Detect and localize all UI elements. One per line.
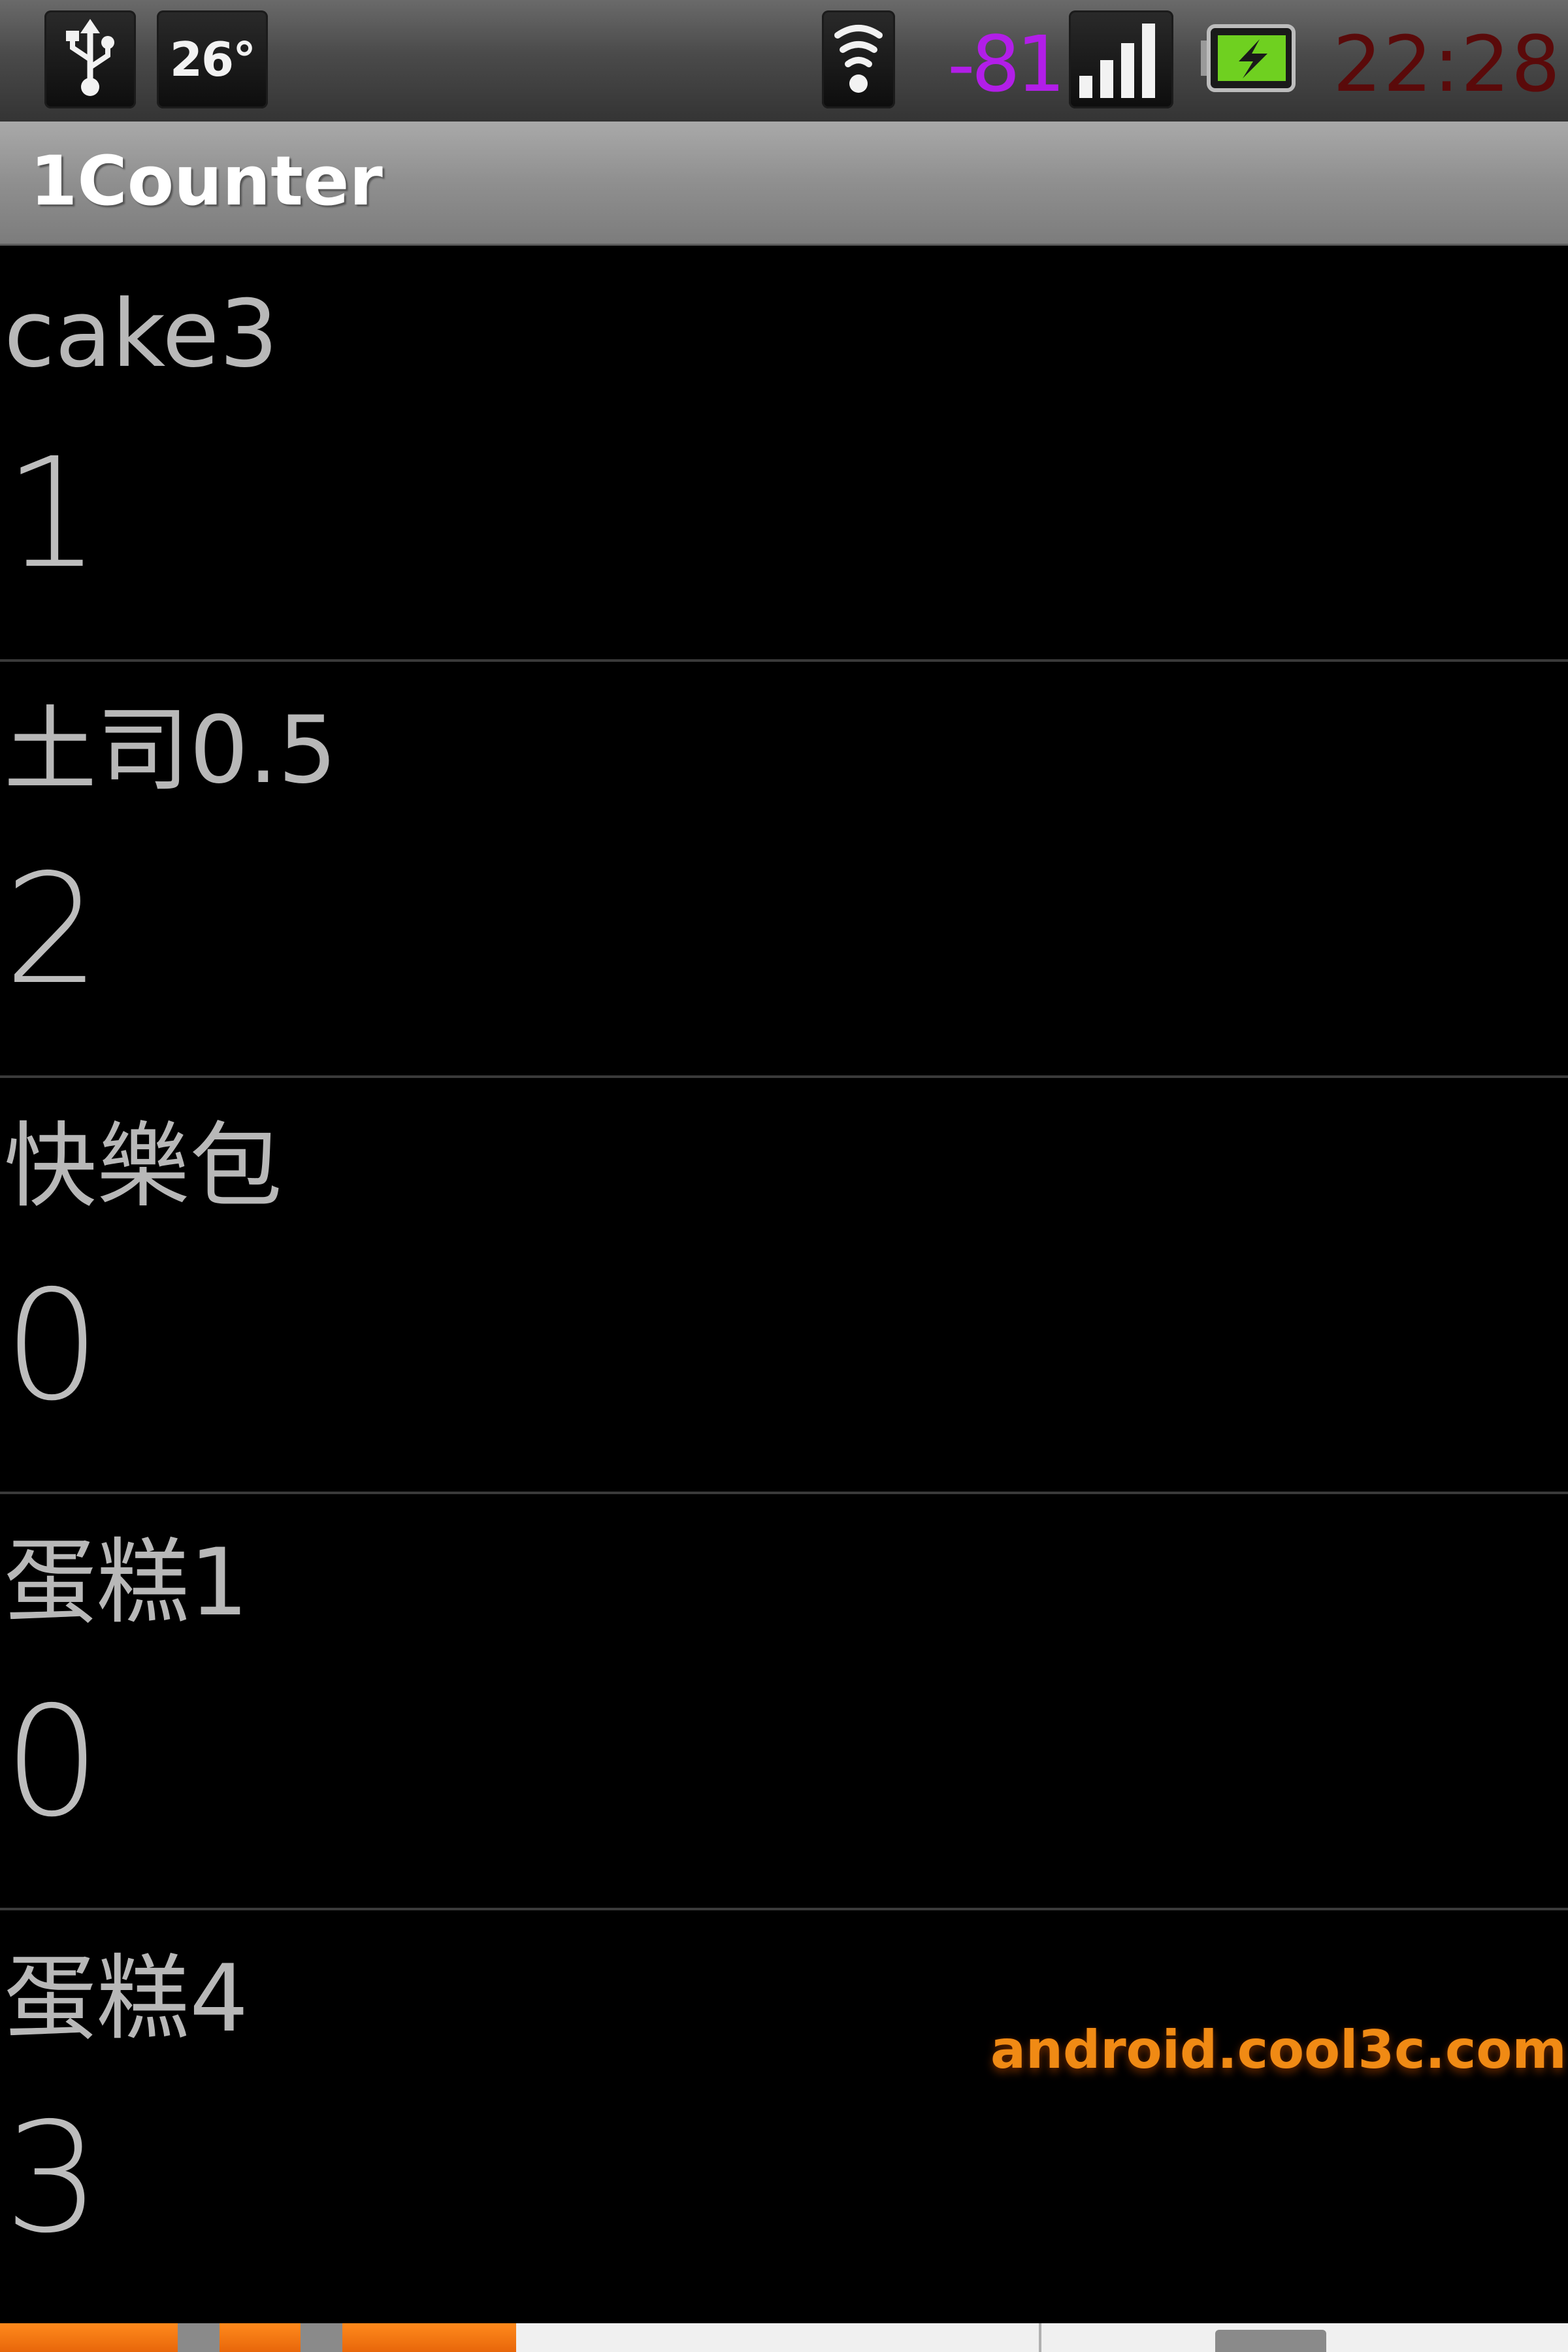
banner-tab bbox=[1215, 2330, 1326, 2352]
banner-divider bbox=[178, 2323, 220, 2352]
counter-list: cake3 1 土司0.5 2 快樂包 0 蛋糕1 0 蛋糕4 3 bbox=[0, 246, 1568, 2327]
counter-name: 快樂包 bbox=[4, 1113, 282, 1220]
clock: 22:28 bbox=[1333, 19, 1562, 109]
bottom-banner[interactable] bbox=[0, 2323, 1568, 2352]
counter-name: 土司0.5 bbox=[4, 696, 337, 804]
temperature-notification[interactable]: 26° bbox=[157, 10, 268, 108]
counter-item[interactable]: 土司0.5 2 bbox=[0, 662, 1568, 1078]
battery-indicator bbox=[1200, 10, 1298, 108]
watermark: android.cool3c.com bbox=[990, 2019, 1567, 2080]
signal-strength-value: -81 bbox=[947, 19, 1066, 109]
counter-value: 0 bbox=[4, 1674, 101, 1850]
counter-value: 2 bbox=[4, 841, 101, 1018]
cell-signal-icon bbox=[1075, 16, 1167, 103]
banner-divider bbox=[1039, 2323, 1041, 2352]
counter-value: 0 bbox=[4, 1258, 101, 1434]
counter-value: 1 bbox=[4, 425, 101, 602]
status-bar: 26° -81 22:28 bbox=[0, 0, 1568, 122]
temperature-label: 26° bbox=[169, 32, 256, 87]
wifi-icon bbox=[832, 16, 885, 103]
counter-item[interactable]: 快樂包 0 bbox=[0, 1078, 1568, 1494]
counter-value: 3 bbox=[4, 2090, 101, 2266]
wifi-notification[interactable] bbox=[822, 10, 895, 108]
battery-charging-icon bbox=[1200, 22, 1298, 97]
banner-divider bbox=[301, 2323, 342, 2352]
counter-item[interactable]: 蛋糕1 0 bbox=[0, 1494, 1568, 1910]
counter-name: 蛋糕4 bbox=[4, 1945, 249, 2053]
counter-item[interactable]: 蛋糕4 3 bbox=[0, 1910, 1568, 2327]
usb-notification[interactable] bbox=[44, 10, 136, 108]
app-title-bar: 1Counter bbox=[0, 122, 1568, 246]
app-title: 1Counter bbox=[30, 141, 383, 221]
banner-orange-block bbox=[0, 2323, 516, 2352]
counter-name: cake3 bbox=[4, 280, 278, 388]
counter-name: 蛋糕1 bbox=[4, 1529, 249, 1637]
cell-signal-indicator bbox=[1069, 10, 1173, 108]
counter-item[interactable]: cake3 1 bbox=[0, 246, 1568, 662]
usb-icon bbox=[61, 19, 120, 100]
